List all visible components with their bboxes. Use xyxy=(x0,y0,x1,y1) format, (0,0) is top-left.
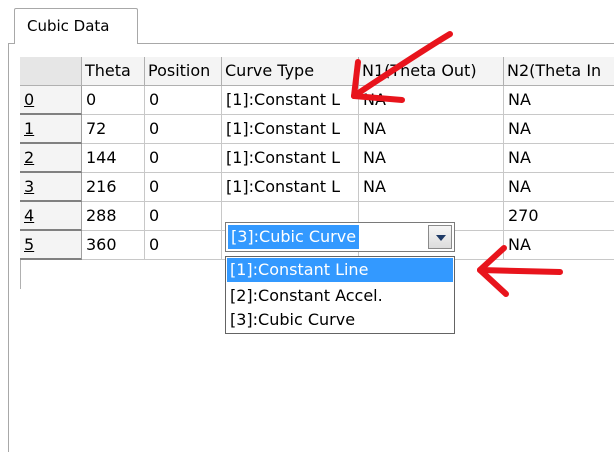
column-header-n2[interactable]: N2(Theta In xyxy=(504,57,614,86)
cell-theta[interactable]: 360 xyxy=(82,231,145,260)
table-row: 2 144 0 [1]:Constant L NA NA xyxy=(20,144,614,173)
cell-theta[interactable]: 144 xyxy=(82,144,145,173)
cell-n1[interactable]: NA xyxy=(359,173,504,202)
option-constant-line[interactable]: [1]:Constant Line xyxy=(227,258,453,282)
annotation-arrow-icon xyxy=(477,245,563,297)
cell-theta[interactable]: 216 xyxy=(82,173,145,202)
cell-n1[interactable]: NA xyxy=(359,115,504,144)
cell-curve-type[interactable]: [1]:Constant L xyxy=(222,115,359,144)
row-header[interactable]: 0 xyxy=(20,86,82,115)
column-header-theta[interactable]: Theta xyxy=(82,57,145,86)
cell-n2[interactable]: NA xyxy=(504,115,614,144)
cell-curve-type[interactable]: [1]:Constant L xyxy=(222,173,359,202)
table-row: 3 216 0 [1]:Constant L NA NA xyxy=(20,173,614,202)
cell-position[interactable]: 0 xyxy=(145,231,222,260)
cell-position[interactable]: 0 xyxy=(145,86,222,115)
cell-position[interactable]: 0 xyxy=(145,173,222,202)
combo-selected-value: [3]:Cubic Curve xyxy=(228,225,360,249)
cell-n1[interactable]: NA xyxy=(359,144,504,173)
annotation-arrow-icon xyxy=(351,31,453,103)
row-header[interactable]: 4 xyxy=(20,202,82,231)
curve-type-dropdown-list: [1]:Constant Line [2]:Constant Accel. [3… xyxy=(225,256,455,334)
row-header[interactable]: 5 xyxy=(20,231,82,260)
app-window: Cubic Data Theta Position Curve Type N1(… xyxy=(0,0,614,452)
cell-position[interactable]: 0 xyxy=(145,202,222,231)
column-header-curve-type[interactable]: Curve Type xyxy=(222,57,359,86)
cell-curve-type[interactable]: [1]:Constant L xyxy=(222,144,359,173)
cell-theta[interactable]: 0 xyxy=(82,86,145,115)
cell-theta[interactable]: 72 xyxy=(82,115,145,144)
grid-header-row: Theta Position Curve Type N1(Theta Out) … xyxy=(20,57,614,86)
cell-curve-type[interactable]: [1]:Constant L xyxy=(222,86,359,115)
cell-theta[interactable]: 288 xyxy=(82,202,145,231)
tab-cubic-data[interactable]: Cubic Data xyxy=(14,8,138,44)
row-header[interactable]: 2 xyxy=(20,144,82,173)
option-cubic-curve[interactable]: [3]:Cubic Curve xyxy=(227,308,453,332)
dropdown-button[interactable] xyxy=(428,225,452,249)
row-header[interactable]: 1 xyxy=(20,115,82,144)
cell-position[interactable]: 0 xyxy=(145,144,222,173)
cell-position[interactable]: 0 xyxy=(145,115,222,144)
table-row: 1 72 0 [1]:Constant L NA NA xyxy=(20,115,614,144)
cell-n2[interactable]: NA xyxy=(504,86,614,115)
chevron-down-icon xyxy=(436,235,446,241)
cell-n2[interactable]: 270 xyxy=(504,202,614,231)
cell-n2[interactable]: NA xyxy=(504,144,614,173)
curve-type-combobox[interactable]: [3]:Cubic Curve xyxy=(225,222,455,252)
table-row: 0 0 0 [1]:Constant L NA NA xyxy=(20,86,614,115)
grid-corner-cell[interactable] xyxy=(20,57,82,86)
column-header-position[interactable]: Position xyxy=(145,57,222,86)
cell-n2[interactable]: NA xyxy=(504,173,614,202)
row-header[interactable]: 3 xyxy=(20,173,82,202)
option-constant-accel[interactable]: [2]:Constant Accel. xyxy=(227,284,453,308)
